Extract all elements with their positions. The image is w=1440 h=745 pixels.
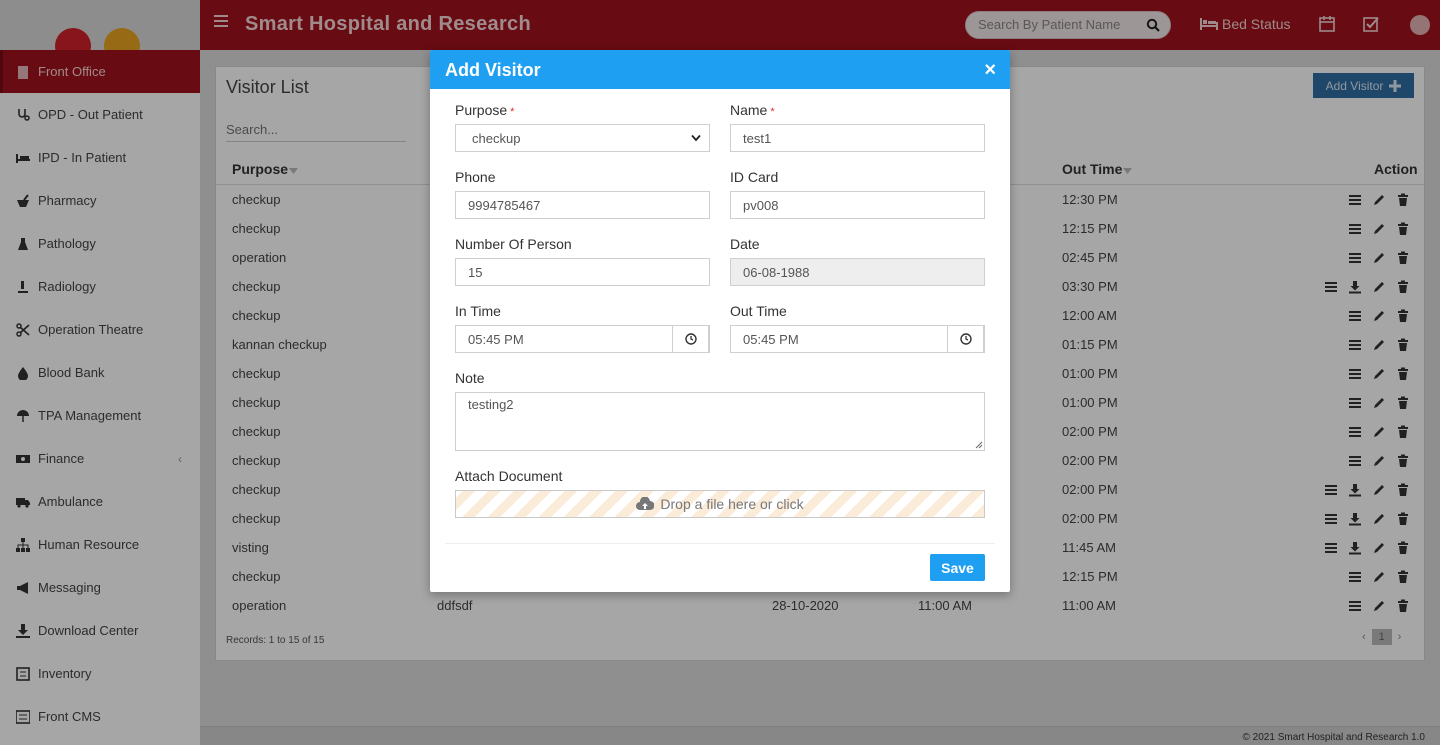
dropzone-text: Drop a file here or click <box>660 496 804 512</box>
save-button[interactable]: Save <box>930 554 985 581</box>
purpose-label: Purpose * <box>455 102 515 118</box>
id-card-field[interactable]: pv008 <box>730 191 985 219</box>
number-of-person-label: Number Of Person <box>455 236 572 252</box>
resize-grip-icon[interactable] <box>975 441 983 449</box>
clock-icon <box>684 333 697 345</box>
modal-header: Add Visitor × <box>430 50 1010 89</box>
out-time-value: 05:45 PM <box>743 332 799 347</box>
purpose-select[interactable]: checkup <box>455 124 710 152</box>
phone-label: Phone <box>455 169 496 185</box>
out-time-field[interactable]: 05:45 PM <box>730 325 985 353</box>
in-time-picker-button[interactable] <box>672 325 709 353</box>
in-time-label: In Time <box>455 303 501 319</box>
note-textarea[interactable]: testing2 <box>455 392 985 451</box>
chevron-down-icon <box>691 134 701 142</box>
in-time-field[interactable]: 05:45 PM <box>455 325 710 353</box>
number-of-person-field[interactable]: 15 <box>455 258 710 286</box>
date-label: Date <box>730 236 760 252</box>
note-label: Note <box>455 370 485 386</box>
date-field: 06-08-1988 <box>730 258 985 286</box>
purpose-selected-value: checkup <box>472 131 521 146</box>
phone-field[interactable]: 9994785467 <box>455 191 710 219</box>
close-icon[interactable]: × <box>984 60 996 80</box>
out-time-picker-button[interactable] <box>947 325 984 353</box>
clock-icon <box>959 333 972 345</box>
note-value: testing2 <box>468 397 514 412</box>
name-field[interactable]: test1 <box>730 124 985 152</box>
in-time-value: 05:45 PM <box>468 332 524 347</box>
id-card-label: ID Card <box>730 169 779 185</box>
attach-document-label: Attach Document <box>455 468 563 484</box>
modal-title: Add Visitor <box>445 60 541 80</box>
name-label: Name * <box>730 102 775 118</box>
file-dropzone[interactable]: Drop a file here or click <box>455 490 985 518</box>
modal-divider <box>445 543 995 544</box>
cloud-upload-icon <box>636 497 655 510</box>
out-time-label: Out Time <box>730 303 787 319</box>
add-visitor-modal: Add Visitor × Purpose * checkup Name * tes… <box>430 50 1010 592</box>
